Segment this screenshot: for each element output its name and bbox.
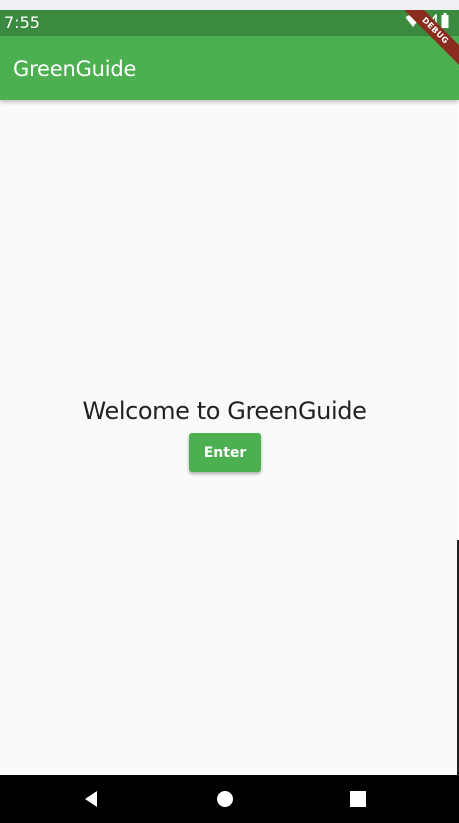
status-bar: 7:55 xyxy=(0,10,459,36)
recents-icon[interactable] xyxy=(346,787,370,811)
enter-button[interactable]: Enter xyxy=(189,433,261,472)
signal-icon xyxy=(424,12,437,33)
navigation-bar xyxy=(0,775,459,823)
back-icon[interactable] xyxy=(79,787,103,811)
wifi-icon xyxy=(405,14,421,33)
battery-icon xyxy=(441,13,449,33)
status-icons xyxy=(405,12,449,33)
status-time: 7:55 xyxy=(4,13,40,32)
app-bar: GreenGuide xyxy=(0,36,459,100)
top-gap xyxy=(0,0,459,10)
home-icon[interactable] xyxy=(213,787,237,811)
welcome-heading: Welcome to GreenGuide xyxy=(82,397,367,425)
app-title: GreenGuide xyxy=(13,57,137,81)
